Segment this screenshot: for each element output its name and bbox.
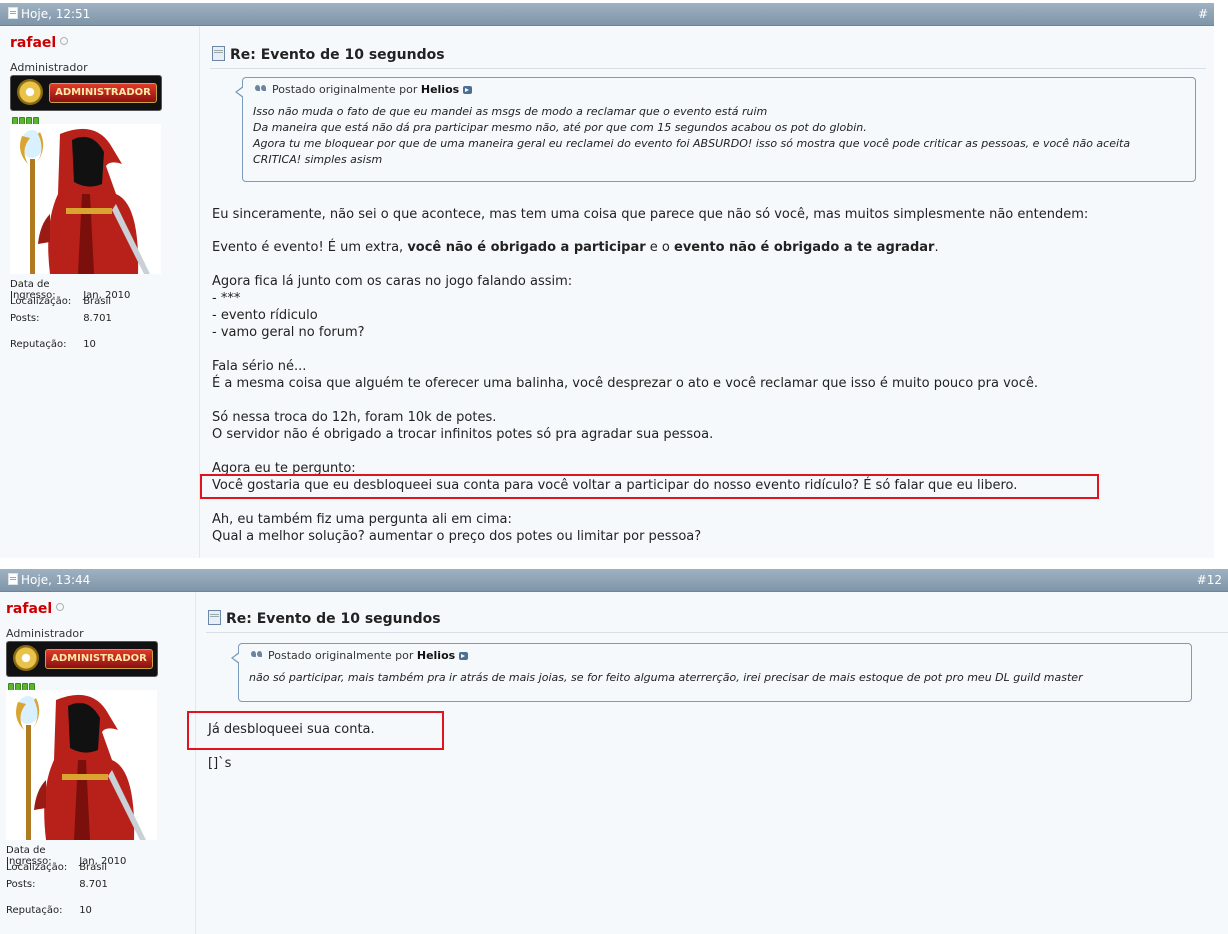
message-line: []`s: [208, 756, 232, 771]
username-text[interactable]: rafael: [10, 35, 56, 51]
location-label: Localização:: [6, 862, 68, 873]
avatar[interactable]: [10, 124, 161, 274]
highlight-box: [200, 474, 1099, 499]
offline-status-icon: [60, 37, 69, 45]
message-line: O servidor não é obrigado a trocar infin…: [212, 427, 714, 442]
message-line: Só nessa troca do 12h, foram 10k de pote…: [212, 410, 497, 425]
highlight-box: [187, 711, 444, 750]
quote-line: CRITICA! simples asism: [253, 153, 383, 166]
reputation: Reputação: 10: [6, 905, 92, 916]
quote-line: Agora tu me bloquear por que de uma mane…: [253, 137, 1131, 150]
quote-line: não só participar, mais também pra ir at…: [249, 671, 1083, 684]
avatar-mage-image: [20, 128, 150, 274]
post-icon: [8, 573, 18, 585]
post-2: Hoje, 13:44 #12 rafael Administrador ADM…: [0, 569, 1228, 934]
quote-author: Helios: [416, 649, 456, 662]
user-title: Administrador: [10, 61, 88, 74]
post-count: Posts: 8.701: [10, 313, 112, 324]
post-count-value: 8.701: [79, 879, 108, 890]
reputation: Reputação: 10: [10, 339, 96, 350]
location: Localização: Brasil: [6, 862, 107, 873]
post-header: Hoje, 12:51 #: [0, 3, 1214, 26]
post-content: Re: Evento de 10 segundos Postado origin…: [200, 26, 1214, 558]
post-count-value: 8.701: [83, 313, 112, 324]
location-value: Brasil: [83, 296, 112, 307]
message-line: - evento rídiculo: [212, 308, 318, 323]
user-info-panel: rafael Administrador ADMINISTRADOR Data …: [0, 26, 200, 558]
post-count: Posts: 8.701: [6, 879, 108, 890]
location-label: Localização:: [10, 296, 72, 307]
reputation-value: 10: [79, 905, 92, 916]
title-separator: [210, 68, 1206, 69]
rank-emblem-icon: [13, 645, 39, 671]
message-bold-text: evento não é obrigado a te agradar: [674, 240, 935, 255]
message-line: Fala sério né...: [212, 359, 307, 374]
quote-line: Da maneira que está não dá pra participa…: [253, 121, 867, 134]
message-paragraph: Evento é evento! É um extra, você não é …: [212, 239, 939, 256]
post-date: Hoje, 13:44: [8, 569, 90, 591]
reputation-label: Reputação:: [10, 339, 67, 350]
location: Localização: Brasil: [10, 296, 111, 307]
quote-prefix: Postado originalmente por: [272, 83, 418, 96]
user-title: Administrador: [6, 627, 84, 640]
message-text: .: [934, 240, 939, 255]
message-line: É a mesma coisa que alguém te oferecer u…: [212, 376, 1038, 391]
rank-label: ADMINISTRADOR: [49, 83, 157, 103]
post-number-link[interactable]: #: [1198, 3, 1208, 25]
post-date-text: Hoje, 12:51: [21, 7, 91, 21]
reputation-value: 10: [83, 339, 96, 350]
view-post-icon[interactable]: [459, 652, 469, 660]
avatar[interactable]: [6, 690, 157, 840]
user-info-panel: rafael Administrador ADMINISTRADOR Data …: [0, 592, 196, 934]
post-title: Re: Evento de 10 segundos: [208, 610, 441, 627]
post-title-icon: [212, 46, 225, 61]
view-post-icon[interactable]: [463, 86, 473, 94]
message-line: Qual a melhor solução? aumentar o preço …: [212, 529, 702, 544]
post-date: Hoje, 12:51: [8, 3, 90, 25]
rank-image: ADMINISTRADOR: [6, 641, 158, 677]
quote-prefix: Postado originalmente por: [268, 649, 414, 662]
post-header: Hoje, 13:44 #12: [0, 569, 1228, 592]
title-separator: [206, 632, 1228, 633]
quote-icon: [251, 651, 265, 659]
username-link[interactable]: rafael: [10, 35, 69, 51]
post-title: Re: Evento de 10 segundos: [212, 46, 445, 63]
message-line: Agora fica lá junto com os caras no jogo…: [212, 274, 573, 289]
post-title-text: Re: Evento de 10 segundos: [230, 47, 445, 63]
quote-author: Helios: [420, 83, 460, 96]
post-count-label: Posts:: [10, 313, 40, 324]
post-number-link[interactable]: #12: [1197, 569, 1222, 591]
quote-line: Isso não muda o fato de que eu mandei as…: [253, 105, 768, 118]
avatar-mage-image: [16, 694, 146, 840]
post-title-icon: [208, 610, 221, 625]
quote-icon: [255, 85, 269, 93]
message-line: Ah, eu também fiz uma pergunta ali em ci…: [212, 512, 512, 527]
post-content: Re: Evento de 10 segundos Postado origin…: [187, 592, 1228, 934]
rank-label: ADMINISTRADOR: [45, 649, 153, 669]
post-icon: [8, 7, 18, 19]
post-date-text: Hoje, 13:44: [21, 573, 91, 587]
username-text[interactable]: rafael: [6, 601, 52, 617]
message-line: - vamo geral no forum?: [212, 325, 365, 340]
quote-header: Postado originalmente por Helios: [255, 83, 473, 96]
post-1: Hoje, 12:51 # rafael Administrador ADMIN…: [0, 3, 1214, 558]
post-title-text: Re: Evento de 10 segundos: [226, 611, 441, 627]
rank-image: ADMINISTRADOR: [10, 75, 162, 111]
reputation-label: Reputação:: [6, 905, 63, 916]
username-link[interactable]: rafael: [6, 601, 65, 617]
message-bold-text: você não é obrigado a participar: [407, 240, 646, 255]
rank-emblem-icon: [17, 79, 43, 105]
message-text: e o: [645, 240, 675, 255]
location-value: Brasil: [79, 862, 108, 873]
message-line: - ***: [212, 291, 241, 306]
quote-box: Postado originalmente por Helios não só …: [231, 643, 1192, 702]
quote-box: Postado originalmente por Helios Isso nã…: [235, 77, 1196, 182]
message-text: Evento é evento! É um extra,: [212, 240, 408, 255]
message-paragraph: Eu sinceramente, não sei o que acontece,…: [212, 207, 1089, 222]
quote-header: Postado originalmente por Helios: [251, 649, 469, 662]
offline-status-icon: [56, 603, 65, 611]
post-count-label: Posts:: [6, 879, 36, 890]
